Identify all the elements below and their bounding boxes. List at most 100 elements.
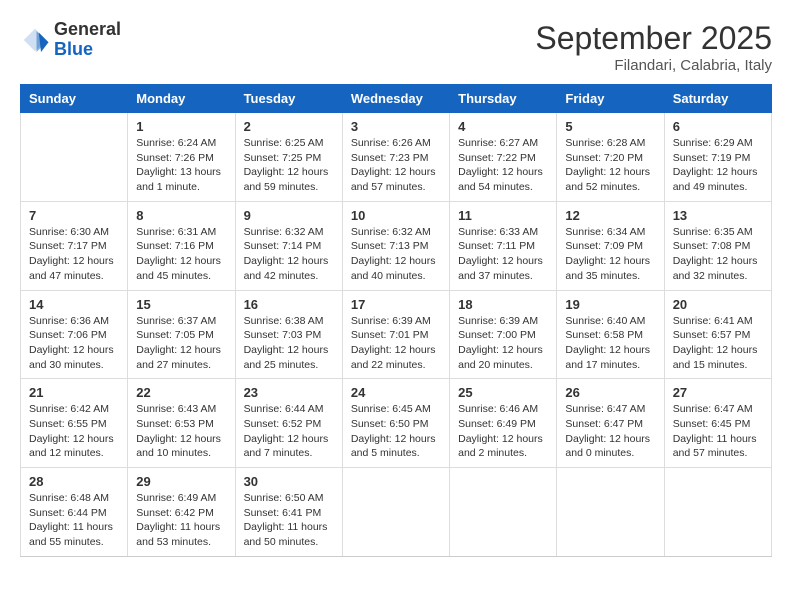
calendar-cell: 14 Sunrise: 6:36 AMSunset: 7:06 PMDayligh…	[21, 290, 128, 379]
day-number: 26	[565, 385, 655, 400]
cell-content: Sunrise: 6:29 AMSunset: 7:19 PMDaylight:…	[673, 136, 763, 195]
cell-content: Sunrise: 6:33 AMSunset: 7:11 PMDaylight:…	[458, 225, 548, 284]
day-number: 24	[351, 385, 441, 400]
calendar-cell: 25Sunrise: 6:46 AMSunset: 6:49 PMDayligh…	[450, 379, 557, 468]
calendar-cell: 15 Sunrise: 6:37 AMSunset: 7:05 PMDayligh…	[128, 290, 235, 379]
calendar-week-row: 7 Sunrise: 6:30 AMSunset: 7:17 PMDaylight…	[21, 201, 772, 290]
day-number: 22	[136, 385, 226, 400]
day-number: 9	[244, 208, 334, 223]
day-number: 3	[351, 119, 441, 134]
logo-icon	[20, 25, 50, 55]
calendar-week-row: 1 Sunrise: 6:24 AMSunset: 7:26 PMDaylight…	[21, 113, 772, 202]
day-header-tuesday: Tuesday	[235, 85, 342, 113]
day-number: 12	[565, 208, 655, 223]
calendar-cell: 1 Sunrise: 6:24 AMSunset: 7:26 PMDaylight…	[128, 113, 235, 202]
calendar-cell: 18Sunrise: 6:39 AMSunset: 7:00 PMDayligh…	[450, 290, 557, 379]
cell-content: Sunrise: 6:49 AMSunset: 6:42 PMDaylight:…	[136, 491, 226, 550]
cell-content: Sunrise: 6:39 AMSunset: 7:01 PMDaylight:…	[351, 314, 441, 373]
calendar-cell: 10 Sunrise: 6:32 AMSunset: 7:13 PMDayligh…	[342, 201, 449, 290]
day-header-saturday: Saturday	[664, 85, 771, 113]
day-number: 4	[458, 119, 548, 134]
cell-content: Sunrise: 6:45 AMSunset: 6:50 PMDaylight:…	[351, 402, 441, 461]
calendar-header-row: SundayMondayTuesdayWednesdayThursdayFrid…	[21, 85, 772, 113]
calendar-cell	[664, 468, 771, 557]
day-number: 15	[136, 297, 226, 312]
cell-content: Sunrise: 6:34 AMSunset: 7:09 PMDaylight:…	[565, 225, 655, 284]
cell-content: Sunrise: 6:37 AMSunset: 7:05 PMDaylight:…	[136, 314, 226, 373]
calendar-table: SundayMondayTuesdayWednesdayThursdayFrid…	[20, 84, 772, 557]
location: Filandari, Calabria, Italy	[535, 57, 772, 74]
cell-content: Sunrise: 6:25 AMSunset: 7:25 PMDaylight:…	[244, 136, 334, 195]
calendar-cell: 11 Sunrise: 6:33 AMSunset: 7:11 PMDayligh…	[450, 201, 557, 290]
day-number: 13	[673, 208, 763, 223]
calendar-cell: 28Sunrise: 6:48 AMSunset: 6:44 PMDayligh…	[21, 468, 128, 557]
cell-content: Sunrise: 6:24 AMSunset: 7:26 PMDaylight:…	[136, 136, 226, 195]
cell-content: Sunrise: 6:41 AMSunset: 6:57 PMDaylight:…	[673, 314, 763, 373]
calendar-cell: 20 Sunrise: 6:41 AMSunset: 6:57 PMDayligh…	[664, 290, 771, 379]
cell-content: Sunrise: 6:32 AMSunset: 7:14 PMDaylight:…	[244, 225, 334, 284]
calendar-cell	[21, 113, 128, 202]
title-block: September 2025 Filandari, Calabria, Ital…	[535, 20, 772, 74]
calendar-cell: 22 Sunrise: 6:43 AMSunset: 6:53 PMDayligh…	[128, 379, 235, 468]
calendar-cell: 5Sunrise: 6:28 AMSunset: 7:20 PMDaylight…	[557, 113, 664, 202]
cell-content: Sunrise: 6:30 AMSunset: 7:17 PMDaylight:…	[29, 225, 119, 284]
calendar-cell: 9 Sunrise: 6:32 AMSunset: 7:14 PMDaylight…	[235, 201, 342, 290]
day-number: 1	[136, 119, 226, 134]
day-number: 11	[458, 208, 548, 223]
day-number: 14	[29, 297, 119, 312]
calendar-cell: 6 Sunrise: 6:29 AMSunset: 7:19 PMDaylight…	[664, 113, 771, 202]
calendar-cell: 27 Sunrise: 6:47 AMSunset: 6:45 PMDayligh…	[664, 379, 771, 468]
logo: General Blue	[20, 20, 121, 60]
calendar-cell: 12 Sunrise: 6:34 AMSunset: 7:09 PMDayligh…	[557, 201, 664, 290]
day-number: 27	[673, 385, 763, 400]
cell-content: Sunrise: 6:47 AMSunset: 6:47 PMDaylight:…	[565, 402, 655, 461]
calendar-week-row: 28Sunrise: 6:48 AMSunset: 6:44 PMDayligh…	[21, 468, 772, 557]
cell-content: Sunrise: 6:40 AMSunset: 6:58 PMDaylight:…	[565, 314, 655, 373]
month-title: September 2025	[535, 20, 772, 57]
calendar-cell: 8 Sunrise: 6:31 AMSunset: 7:16 PMDaylight…	[128, 201, 235, 290]
calendar-cell: 7 Sunrise: 6:30 AMSunset: 7:17 PMDaylight…	[21, 201, 128, 290]
day-number: 2	[244, 119, 334, 134]
calendar-cell: 13Sunrise: 6:35 AMSunset: 7:08 PMDayligh…	[664, 201, 771, 290]
day-number: 8	[136, 208, 226, 223]
day-header-sunday: Sunday	[21, 85, 128, 113]
calendar-cell	[557, 468, 664, 557]
day-number: 19	[565, 297, 655, 312]
calendar-cell: 17Sunrise: 6:39 AMSunset: 7:01 PMDayligh…	[342, 290, 449, 379]
cell-content: Sunrise: 6:28 AMSunset: 7:20 PMDaylight:…	[565, 136, 655, 195]
cell-content: Sunrise: 6:44 AMSunset: 6:52 PMDaylight:…	[244, 402, 334, 461]
logo-text: General Blue	[54, 20, 121, 60]
cell-content: Sunrise: 6:38 AMSunset: 7:03 PMDaylight:…	[244, 314, 334, 373]
cell-content: Sunrise: 6:32 AMSunset: 7:13 PMDaylight:…	[351, 225, 441, 284]
day-number: 16	[244, 297, 334, 312]
day-number: 25	[458, 385, 548, 400]
calendar-cell	[450, 468, 557, 557]
cell-content: Sunrise: 6:39 AMSunset: 7:00 PMDaylight:…	[458, 314, 548, 373]
calendar-cell: 30Sunrise: 6:50 AMSunset: 6:41 PMDayligh…	[235, 468, 342, 557]
day-number: 28	[29, 474, 119, 489]
calendar-cell: 4 Sunrise: 6:27 AMSunset: 7:22 PMDaylight…	[450, 113, 557, 202]
day-header-monday: Monday	[128, 85, 235, 113]
cell-content: Sunrise: 6:36 AMSunset: 7:06 PMDaylight:…	[29, 314, 119, 373]
calendar-week-row: 14 Sunrise: 6:36 AMSunset: 7:06 PMDayligh…	[21, 290, 772, 379]
day-number: 10	[351, 208, 441, 223]
cell-content: Sunrise: 6:43 AMSunset: 6:53 PMDaylight:…	[136, 402, 226, 461]
day-number: 7	[29, 208, 119, 223]
day-number: 29	[136, 474, 226, 489]
calendar-cell: 26 Sunrise: 6:47 AMSunset: 6:47 PMDayligh…	[557, 379, 664, 468]
day-number: 6	[673, 119, 763, 134]
day-number: 20	[673, 297, 763, 312]
day-header-wednesday: Wednesday	[342, 85, 449, 113]
day-number: 23	[244, 385, 334, 400]
day-number: 21	[29, 385, 119, 400]
day-header-friday: Friday	[557, 85, 664, 113]
cell-content: Sunrise: 6:47 AMSunset: 6:45 PMDaylight:…	[673, 402, 763, 461]
day-header-thursday: Thursday	[450, 85, 557, 113]
calendar-cell: 2 Sunrise: 6:25 AMSunset: 7:25 PMDaylight…	[235, 113, 342, 202]
calendar-cell: 16 Sunrise: 6:38 AMSunset: 7:03 PMDayligh…	[235, 290, 342, 379]
cell-content: Sunrise: 6:27 AMSunset: 7:22 PMDaylight:…	[458, 136, 548, 195]
calendar-week-row: 21Sunrise: 6:42 AMSunset: 6:55 PMDayligh…	[21, 379, 772, 468]
cell-content: Sunrise: 6:31 AMSunset: 7:16 PMDaylight:…	[136, 225, 226, 284]
page-header: General Blue September 2025 Filandari, C…	[20, 20, 772, 74]
calendar-cell: 19 Sunrise: 6:40 AMSunset: 6:58 PMDayligh…	[557, 290, 664, 379]
